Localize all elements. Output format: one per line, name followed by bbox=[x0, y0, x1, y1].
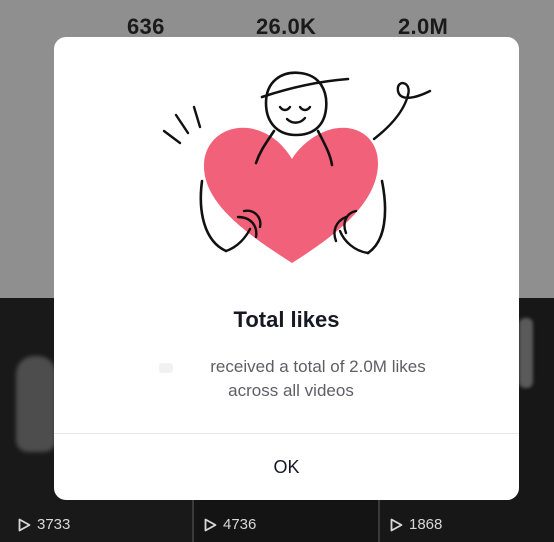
person-hugging-heart-icon bbox=[142, 51, 442, 291]
thumbnail-figure bbox=[519, 318, 533, 388]
total-likes-dialog: Total likes received a total of 2.0M lik… bbox=[54, 37, 519, 500]
video-play-count: 4736 bbox=[204, 516, 256, 533]
play-icon bbox=[204, 518, 217, 532]
video-play-count: 1868 bbox=[390, 516, 442, 533]
redacted-username bbox=[159, 363, 173, 373]
dialog-message: received a total of 2.0M likes across al… bbox=[154, 355, 454, 403]
play-count-label: 3733 bbox=[37, 516, 71, 533]
dialog-title: Total likes bbox=[233, 307, 340, 332]
play-count-label: 4736 bbox=[223, 516, 257, 533]
play-icon bbox=[390, 518, 403, 532]
dialog-message-line: across all videos bbox=[228, 381, 354, 400]
play-count-label: 1868 bbox=[409, 516, 443, 533]
thumbnail-figure bbox=[16, 356, 56, 452]
video-play-count: 3733 bbox=[18, 516, 70, 533]
dialog-message-line: received a total of 2.0M likes bbox=[210, 357, 426, 376]
ok-button[interactable]: OK bbox=[54, 434, 519, 500]
play-icon bbox=[18, 518, 31, 532]
